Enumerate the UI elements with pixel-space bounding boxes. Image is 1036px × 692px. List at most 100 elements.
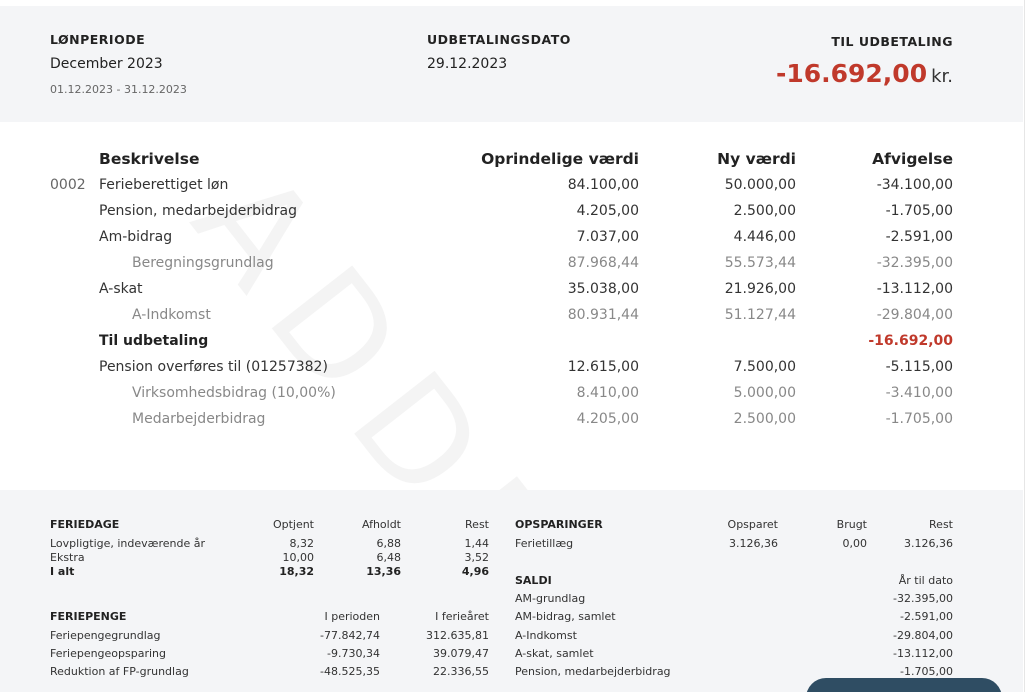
payslip-table: ADDE Beskrivelse Oprindelige værdi Ny væ… <box>0 122 1023 639</box>
saldi-title: SALDI <box>515 574 552 587</box>
feriepenge-row-value: 312.635,81 <box>426 629 489 642</box>
payout-amount-value: -16.692,00 <box>775 59 928 88</box>
row-dev: -13.112,00 <box>876 281 953 297</box>
table-row: Medarbejderbidrag 4.205,00 2.500,00 -1.7… <box>0 411 1023 437</box>
feriedage-total-value: 18,32 <box>279 565 314 578</box>
feriepenge-row-label: Feriepengeopsparing <box>50 647 167 660</box>
row-orig: 12.615,00 <box>567 359 639 375</box>
paydate-value: 29.12.2023 <box>427 56 508 72</box>
row-desc: Pension, medarbejderbidrag <box>99 203 297 219</box>
payout-label: TIL UDBETALING <box>831 34 953 49</box>
feriedage-row-value: 6,48 <box>376 551 402 564</box>
row-orig: 4.205,00 <box>576 411 639 427</box>
table-row-total: Til udbetaling -16.692,00 <box>0 333 1023 359</box>
row-orig: 35.038,00 <box>567 281 639 297</box>
feriedage-title: FERIEDAGE <box>50 518 120 531</box>
feriedage-row-value: 10,00 <box>282 551 315 564</box>
payslip-header: LØNPERIODE December 2023 01.12.2023 - 31… <box>0 6 1023 122</box>
saldi-row-value: -29.804,00 <box>893 629 953 642</box>
feriepenge-title: FERIEPENGE <box>50 610 127 623</box>
feriepenge-row-value: 39.079,47 <box>433 647 489 660</box>
feriedage-row-value: 3,52 <box>464 551 490 564</box>
opsparinger-title: OPSPARINGER <box>515 518 603 531</box>
table-row: Pension overføres til (01257382) 12.615,… <box>0 359 1023 385</box>
row-new: 55.573,44 <box>724 255 796 271</box>
table-row: Pension, medarbejderbidrag 4.205,00 2.50… <box>0 203 1023 229</box>
opsparinger-col-opsparet: Opsparet <box>727 518 778 531</box>
col-header-new: Ny værdi <box>717 150 796 168</box>
row-dev: -2.591,00 <box>885 229 953 245</box>
saldi-col-aar-til-dato: År til dato <box>898 574 953 587</box>
row-dev: -1.705,00 <box>885 203 953 219</box>
feriepenge-col-ferieaaret: I ferieåret <box>435 610 489 623</box>
row-dev: -34.100,00 <box>876 177 953 193</box>
saldi-row-label: AM-grundlag <box>515 592 586 605</box>
row-dev: -16.692,00 <box>868 333 953 349</box>
payslip-summary: FERIEDAGE Optjent Afholdt Rest Lovpligti… <box>0 490 1023 692</box>
table-row: Beregningsgrundlag 87.968,44 55.573,44 -… <box>0 255 1023 281</box>
feriepenge-row-value: -77.842,74 <box>320 629 380 642</box>
feriedage-row-value: 1,44 <box>464 537 490 550</box>
row-orig: 7.037,00 <box>576 229 639 245</box>
opsparinger-row-value: 3.126,36 <box>904 537 953 550</box>
feriepenge-row-value: -48.525,35 <box>320 665 380 678</box>
saldi-row-value: -13.112,00 <box>893 647 953 660</box>
feriedage-row-label: Lovpligtige, indeværende år <box>50 537 205 550</box>
feriedage-col-optjent: Optjent <box>272 518 314 531</box>
period-range: 01.12.2023 - 31.12.2023 <box>50 83 187 96</box>
feriedage-row-label: Ekstra <box>50 551 85 564</box>
scrollbar-track[interactable] <box>1024 0 1036 692</box>
feriedage-total-value: 13,36 <box>366 565 401 578</box>
row-new: 5.000,00 <box>733 385 796 401</box>
row-orig: 87.968,44 <box>567 255 639 271</box>
table-row: A-Indkomst 80.931,44 51.127,44 -29.804,0… <box>0 307 1023 333</box>
feriepenge-col-perioden: I perioden <box>324 610 380 623</box>
opsparinger-row-value: 3.126,36 <box>729 537 778 550</box>
saldi-row-value: -32.395,00 <box>893 592 953 605</box>
payout-unit: kr. <box>931 66 953 87</box>
feriepenge-row-label: Reduktion af FP-grundlag <box>50 665 189 678</box>
feriepenge-row-value: -9.730,34 <box>327 647 380 660</box>
row-desc: A-Indkomst <box>132 307 211 323</box>
row-new: 50.000,00 <box>724 177 796 193</box>
row-orig: 4.205,00 <box>576 203 639 219</box>
row-desc: Medarbejderbidrag <box>132 411 266 427</box>
payslip-page: LØNPERIODE December 2023 01.12.2023 - 31… <box>0 0 1036 692</box>
row-orig: 8.410,00 <box>576 385 639 401</box>
row-desc: Virksomhedsbidrag (10,00%) <box>132 385 336 401</box>
row-desc: Am-bidrag <box>99 229 173 245</box>
row-dev: -29.804,00 <box>876 307 953 323</box>
row-dev: -3.410,00 <box>885 385 953 401</box>
feriedage-total-value: 4,96 <box>461 565 489 578</box>
table-row: A-skat 35.038,00 21.926,00 -13.112,00 <box>0 281 1023 307</box>
row-new: 51.127,44 <box>724 307 796 323</box>
row-dev: -32.395,00 <box>876 255 953 271</box>
col-header-orig: Oprindelige værdi <box>481 150 639 168</box>
feriedage-total-label: I alt <box>50 565 75 578</box>
table-row: Am-bidrag 7.037,00 4.446,00 -2.591,00 <box>0 229 1023 255</box>
row-desc: Pension overføres til (01257382) <box>99 359 328 375</box>
row-desc: Ferieberettiget løn <box>99 177 229 193</box>
row-new: 21.926,00 <box>724 281 796 297</box>
row-code: 0002 <box>50 177 86 193</box>
feriepenge-row-value: 22.336,55 <box>433 665 489 678</box>
period-value: December 2023 <box>50 56 163 72</box>
paydate-label: UDBETALINGSDATO <box>427 32 571 47</box>
feriedage-col-rest: Rest <box>465 518 489 531</box>
opsparinger-row-value: 0,00 <box>842 537 868 550</box>
opsparinger-col-brugt: Brugt <box>836 518 867 531</box>
saldi-row-value: -2.591,00 <box>900 610 953 623</box>
period-label: LØNPERIODE <box>50 32 146 47</box>
floating-action-button[interactable] <box>806 678 1002 692</box>
saldi-row-label: A-skat, samlet <box>515 647 594 660</box>
row-new: 4.446,00 <box>733 229 796 245</box>
opsparinger-col-rest: Rest <box>929 518 953 531</box>
col-header-dev: Afvigelse <box>872 150 953 168</box>
saldi-row-label: A-Indkomst <box>515 629 577 642</box>
row-orig: 80.931,44 <box>567 307 639 323</box>
row-desc: Beregningsgrundlag <box>132 255 274 271</box>
row-new: 2.500,00 <box>733 411 796 427</box>
row-orig: 84.100,00 <box>567 177 639 193</box>
feriedage-row-value: 8,32 <box>289 537 315 550</box>
row-new: 7.500,00 <box>733 359 796 375</box>
